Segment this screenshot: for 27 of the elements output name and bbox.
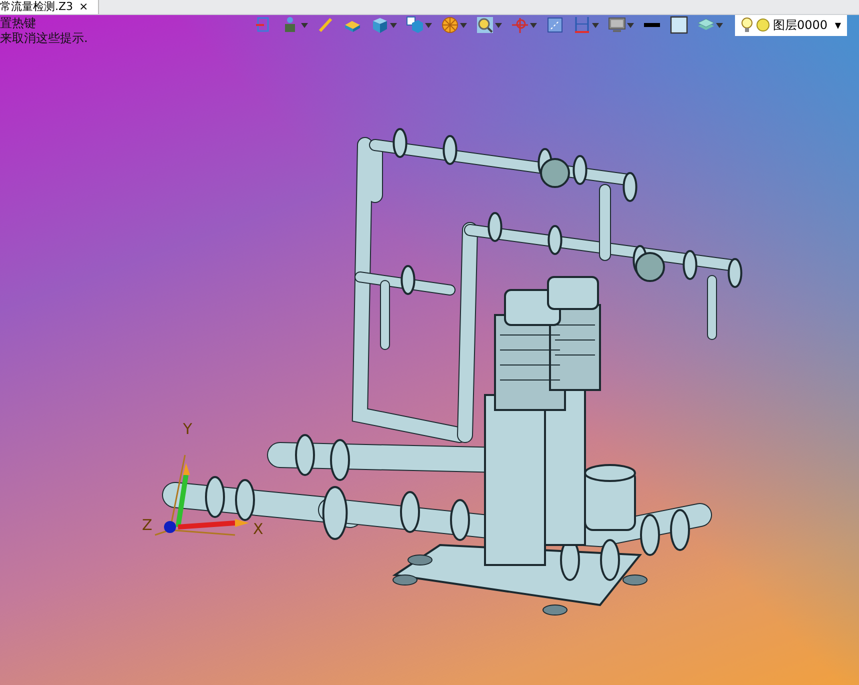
caret-icon	[530, 22, 537, 28]
zoom-icon	[476, 16, 494, 34]
dimension-icon	[573, 16, 591, 34]
layer-dropdown[interactable]: 图层0000 ▼	[735, 15, 847, 36]
caret-icon	[716, 22, 723, 28]
caret-icon	[301, 22, 308, 28]
close-icon[interactable]: ×	[79, 0, 88, 14]
caret-icon	[460, 22, 467, 28]
caret-icon	[495, 22, 502, 28]
circle-icon	[756, 18, 770, 32]
wheel-icon	[441, 16, 459, 34]
cube-view-icon	[406, 16, 424, 34]
axis-label: Y	[183, 420, 192, 438]
pen-icon	[317, 16, 335, 34]
monitor-icon	[608, 16, 626, 34]
hint-text: 置热键	[0, 16, 37, 31]
frame-icon	[546, 16, 564, 34]
caret-icon	[592, 22, 599, 28]
swatch-icon	[670, 16, 688, 34]
caret-icon	[425, 22, 432, 28]
cube-icon	[371, 16, 389, 34]
caret-icon	[627, 22, 634, 28]
axis-label: Z	[142, 516, 152, 534]
axis-label: X	[253, 520, 264, 538]
hint-text: 来取消这些提示.	[0, 31, 88, 46]
document-tab[interactable]: 常流量检测.Z3 ×	[0, 0, 100, 14]
caret-icon	[390, 22, 397, 28]
